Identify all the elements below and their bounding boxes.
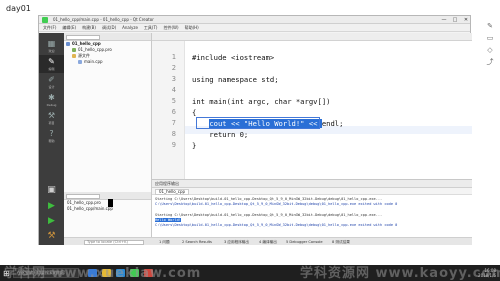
menu-analyze[interactable]: Analyze bbox=[122, 24, 138, 31]
status-tab-app-output[interactable]: 3 应用程序输出 bbox=[224, 238, 249, 246]
output-line: Starting C:\Users\Desktop\build-01_hello… bbox=[155, 213, 383, 217]
output-tab-bar: 01_hello_cpp bbox=[152, 188, 472, 195]
line-number: 8 bbox=[171, 130, 176, 138]
run-icon[interactable]: ▶ bbox=[39, 199, 64, 213]
line-number: 9 bbox=[171, 141, 176, 149]
mode-projects[interactable]: ⚒ 项目 bbox=[39, 109, 64, 127]
watermark-right: 学科资源网 www.kaoyy.com bbox=[300, 266, 500, 281]
design-icon: ✐ bbox=[48, 75, 55, 84]
screen-label: day01 bbox=[6, 4, 31, 13]
line-number: 1 bbox=[171, 53, 176, 61]
output-line: Starting C:\Users\Desktop\build-01_hello… bbox=[155, 197, 383, 201]
output-tab[interactable]: 01_hello_cpp bbox=[155, 189, 190, 195]
close-button[interactable]: ✕ bbox=[461, 16, 470, 23]
qt-creator-window: 01_hello_cpp/main.cpp - 01_hello_cpp - Q… bbox=[38, 15, 472, 245]
status-tab-compile-output[interactable]: 4 编译输出 bbox=[259, 238, 277, 246]
locator-input[interactable]: Type to locate (Ctrl+K) bbox=[84, 239, 144, 245]
qt-app-icon bbox=[42, 17, 48, 23]
window-title: 01_hello_cpp/main.cpp - 01_hello_cpp - Q… bbox=[53, 17, 154, 22]
line-number: 2 bbox=[171, 64, 176, 72]
output-line: C:\Users\Desktop\build-01_hello_cpp-Desk… bbox=[155, 223, 398, 227]
highlight-tool-icon[interactable]: ▭ bbox=[482, 32, 498, 44]
mode-selector: ▦ 欢迎 ✎ 编辑 ✐ 设计 ✱ Debug ⚒ 项目 ? 帮助 ▣ ▶ ▶ ⚒ bbox=[39, 33, 64, 245]
editor-toolbar bbox=[152, 33, 472, 41]
tree-item-main-cpp[interactable]: main.cpp bbox=[64, 59, 151, 65]
help-icon: ? bbox=[49, 129, 54, 138]
menu-debug[interactable]: 调试(D) bbox=[102, 24, 116, 31]
mouse-pointer bbox=[108, 199, 113, 207]
status-tab-issues[interactable]: 1 问题 bbox=[159, 238, 170, 246]
code-line: using namespace std; bbox=[192, 75, 279, 84]
menu-widgets[interactable]: 控件(W) bbox=[164, 24, 179, 31]
menu-bar: 文件(F) 编辑(E) 构建(B) 调试(D) Analyze 工具(T) 控件… bbox=[39, 24, 470, 32]
mode-edit[interactable]: ✎ 编辑 bbox=[39, 55, 64, 73]
code-line: } bbox=[192, 141, 197, 150]
project-icon bbox=[66, 41, 70, 46]
pen-tool-icon[interactable]: ✎ bbox=[482, 20, 498, 32]
project-tree: 01_hello_cpp 01_hello_cpp.pro 源文件 main.c… bbox=[64, 41, 151, 65]
selection-annotation-box bbox=[196, 117, 320, 129]
kit-selector-icon[interactable]: ▣ bbox=[39, 183, 64, 197]
wrench-icon: ⚒ bbox=[47, 111, 56, 120]
application-output-pane: 应用程序输出 01_hello_cpp Starting C:\Users\De… bbox=[152, 179, 472, 237]
screen: day01 01_hello_cpp/main.cpp - 01_hello_c… bbox=[0, 0, 500, 281]
menu-build[interactable]: 构建(B) bbox=[82, 24, 96, 31]
watermark-left: 学科网 www.xuekiaw.com bbox=[4, 266, 202, 281]
line-number: 5 bbox=[171, 97, 176, 105]
view-selector[interactable] bbox=[66, 34, 100, 40]
menu-help[interactable]: 帮助(H) bbox=[185, 24, 199, 31]
build-hammer-icon[interactable]: ⚒ bbox=[39, 229, 64, 243]
status-tab-search[interactable]: 2 Search Results bbox=[182, 238, 212, 246]
menu-tools[interactable]: 工具(T) bbox=[144, 24, 158, 31]
code-line: #include <iostream> bbox=[192, 53, 275, 62]
title-bar: 01_hello_cpp/main.cpp - 01_hello_cpp - Q… bbox=[39, 16, 470, 24]
code-editor[interactable]: 1 2 3 4 5 6 7 8 9 #include <iostream> us… bbox=[152, 33, 472, 179]
bug-icon: ✱ bbox=[48, 93, 55, 102]
mode-design[interactable]: ✐ 设计 bbox=[39, 73, 64, 91]
debug-run-icon[interactable]: ▶ bbox=[39, 214, 64, 228]
edit-icon: ✎ bbox=[48, 57, 55, 66]
open-documents-selector[interactable] bbox=[66, 193, 100, 199]
right-toolbar: ✎ ▭ ◇ ⤴ bbox=[482, 20, 498, 80]
mode-welcome[interactable]: ▦ 欢迎 bbox=[39, 37, 64, 55]
grid-icon: ▦ bbox=[47, 39, 56, 48]
code-line: { bbox=[192, 108, 197, 117]
minimize-button[interactable]: — bbox=[439, 16, 449, 23]
output-line-highlight: Hello World! bbox=[155, 218, 181, 222]
cpp-file-icon bbox=[78, 59, 82, 64]
line-number: 3 bbox=[171, 75, 176, 83]
code-line: int main(int argc, char *argv[]) bbox=[192, 97, 331, 106]
status-tab-test-results[interactable]: 8 测试结果 bbox=[332, 238, 350, 246]
line-number: 6 bbox=[171, 108, 176, 116]
menu-file[interactable]: 文件(F) bbox=[43, 24, 56, 31]
mode-help[interactable]: ? 帮助 bbox=[39, 127, 64, 145]
eraser-tool-icon[interactable]: ◇ bbox=[482, 44, 498, 56]
projects-pane-header bbox=[64, 33, 151, 41]
folder-icon bbox=[72, 53, 76, 58]
maximize-button[interactable]: □ bbox=[450, 16, 460, 23]
mode-debug[interactable]: ✱ Debug bbox=[39, 91, 64, 109]
code-line: return 0; bbox=[192, 130, 249, 139]
output-line: C:\Users\Desktop\build-01_hello_cpp-Desk… bbox=[155, 202, 398, 206]
project-sidebar: 01_hello_cpp 01_hello_cpp.pro 源文件 main.c… bbox=[64, 33, 152, 245]
menu-edit[interactable]: 编辑(E) bbox=[62, 24, 76, 31]
pro-file-icon bbox=[72, 47, 76, 52]
line-number: 7 bbox=[171, 119, 176, 127]
share-tool-icon[interactable]: ⤴ bbox=[482, 56, 498, 68]
line-number: 4 bbox=[171, 86, 176, 94]
output-pane-header: 应用程序输出 bbox=[152, 180, 472, 188]
status-bar: Type to locate (Ctrl+K) 1 问题 2 Search Re… bbox=[64, 237, 472, 245]
status-tab-debugger-console[interactable]: 5 Debugger Console bbox=[286, 238, 323, 246]
